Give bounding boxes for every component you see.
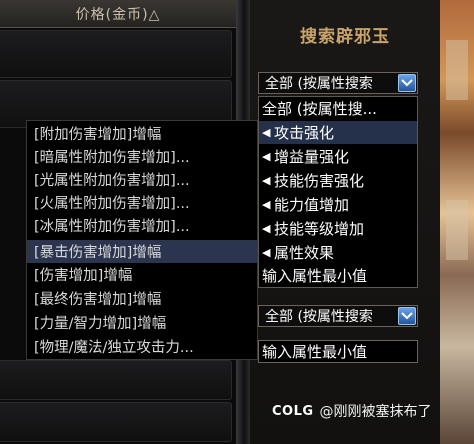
submenu-item[interactable]: [冰属性附加伤害增加]... — [27, 214, 257, 237]
attribute-dropdown-list: 全部 (按属性搜... ◀ 攻击强化 ◀ 增益量强化 ◀ 技能伤害强化 ◀ 能力… — [258, 96, 418, 288]
colg-logo: COLG — [272, 403, 314, 419]
chevron-down-icon — [401, 79, 413, 87]
attribute-select-1-value: 全部 (按属性搜索 — [265, 76, 373, 92]
min-value-placeholder: 输入属性最小值 — [262, 343, 368, 361]
attack-submenu: [附加伤害增加]增幅 [暗属性附加伤害增加]... [光属性附加伤害增加]...… — [26, 120, 258, 360]
dropdown-item-min-value[interactable]: 输入属性最小值 — [259, 264, 417, 287]
submenu-item[interactable]: [最终伤害增加]增幅 — [27, 287, 257, 310]
submenu-item[interactable]: [附加伤害增加]增幅 — [27, 122, 257, 145]
price-column-label: 价格(金币)△ — [75, 6, 161, 23]
submenu-item[interactable]: [火属性附加伤害增加]... — [27, 191, 257, 214]
watermark-text: @刚刚被塞抹布了 — [319, 404, 432, 420]
dropdown-item-attack[interactable]: ◀ 攻击强化 — [259, 121, 417, 144]
dropdown-item-stats[interactable]: ◀ 能力值增加 — [259, 193, 417, 216]
watermark: COLG @刚刚被塞抹布了 — [272, 401, 432, 421]
submenu-item[interactable]: [力量/智力增加]增幅 — [27, 311, 257, 334]
price-column-header[interactable]: 价格(金币)△ — [0, 0, 236, 28]
triangle-left-icon: ◀ — [262, 198, 271, 211]
triangle-left-icon: ◀ — [262, 246, 271, 259]
dropdown-button[interactable] — [398, 74, 416, 92]
dropdown-item-skill-damage[interactable]: ◀ 技能伤害强化 — [259, 169, 417, 192]
dropdown-item-skill-level[interactable]: ◀ 技能等级增加 — [259, 217, 417, 240]
submenu-item[interactable]: [伤害增加]增幅 — [27, 263, 257, 286]
background-artwork — [440, 0, 474, 444]
attribute-select-1[interactable]: 全部 (按属性搜索 — [258, 72, 418, 94]
dropdown-button[interactable] — [398, 307, 416, 325]
list-row[interactable] — [0, 30, 232, 78]
dropdown-item-all[interactable]: 全部 (按属性搜... — [259, 97, 417, 120]
dropdown-item-buff[interactable]: ◀ 增益量强化 — [259, 145, 417, 168]
triangle-left-icon: ◀ — [262, 150, 271, 163]
triangle-left-icon: ◀ — [262, 174, 271, 187]
list-row[interactable] — [0, 360, 232, 400]
attribute-select-2-value: 全部 (按属性搜索 — [265, 309, 373, 325]
list-row[interactable] — [0, 402, 232, 442]
submenu-item-crit-damage[interactable]: [暴击伤害增加]增幅 — [27, 240, 257, 263]
triangle-left-icon: ◀ — [262, 126, 271, 139]
chevron-down-icon — [401, 312, 413, 320]
submenu-item[interactable]: [暗属性附加伤害增加]... — [27, 145, 257, 168]
attribute-select-2[interactable]: 全部 (按属性搜索 — [258, 305, 418, 327]
submenu-item[interactable]: [物理/魔法/独立攻击力... — [27, 335, 257, 358]
submenu-item[interactable]: [光属性附加伤害增加]... — [27, 168, 257, 191]
dropdown-item-element[interactable]: ◀ 属性效果 — [259, 241, 417, 264]
search-panel-title: 搜索辟邪玉 — [300, 27, 390, 47]
min-value-input[interactable]: 输入属性最小值 — [258, 340, 418, 363]
triangle-left-icon: ◀ — [262, 222, 271, 235]
